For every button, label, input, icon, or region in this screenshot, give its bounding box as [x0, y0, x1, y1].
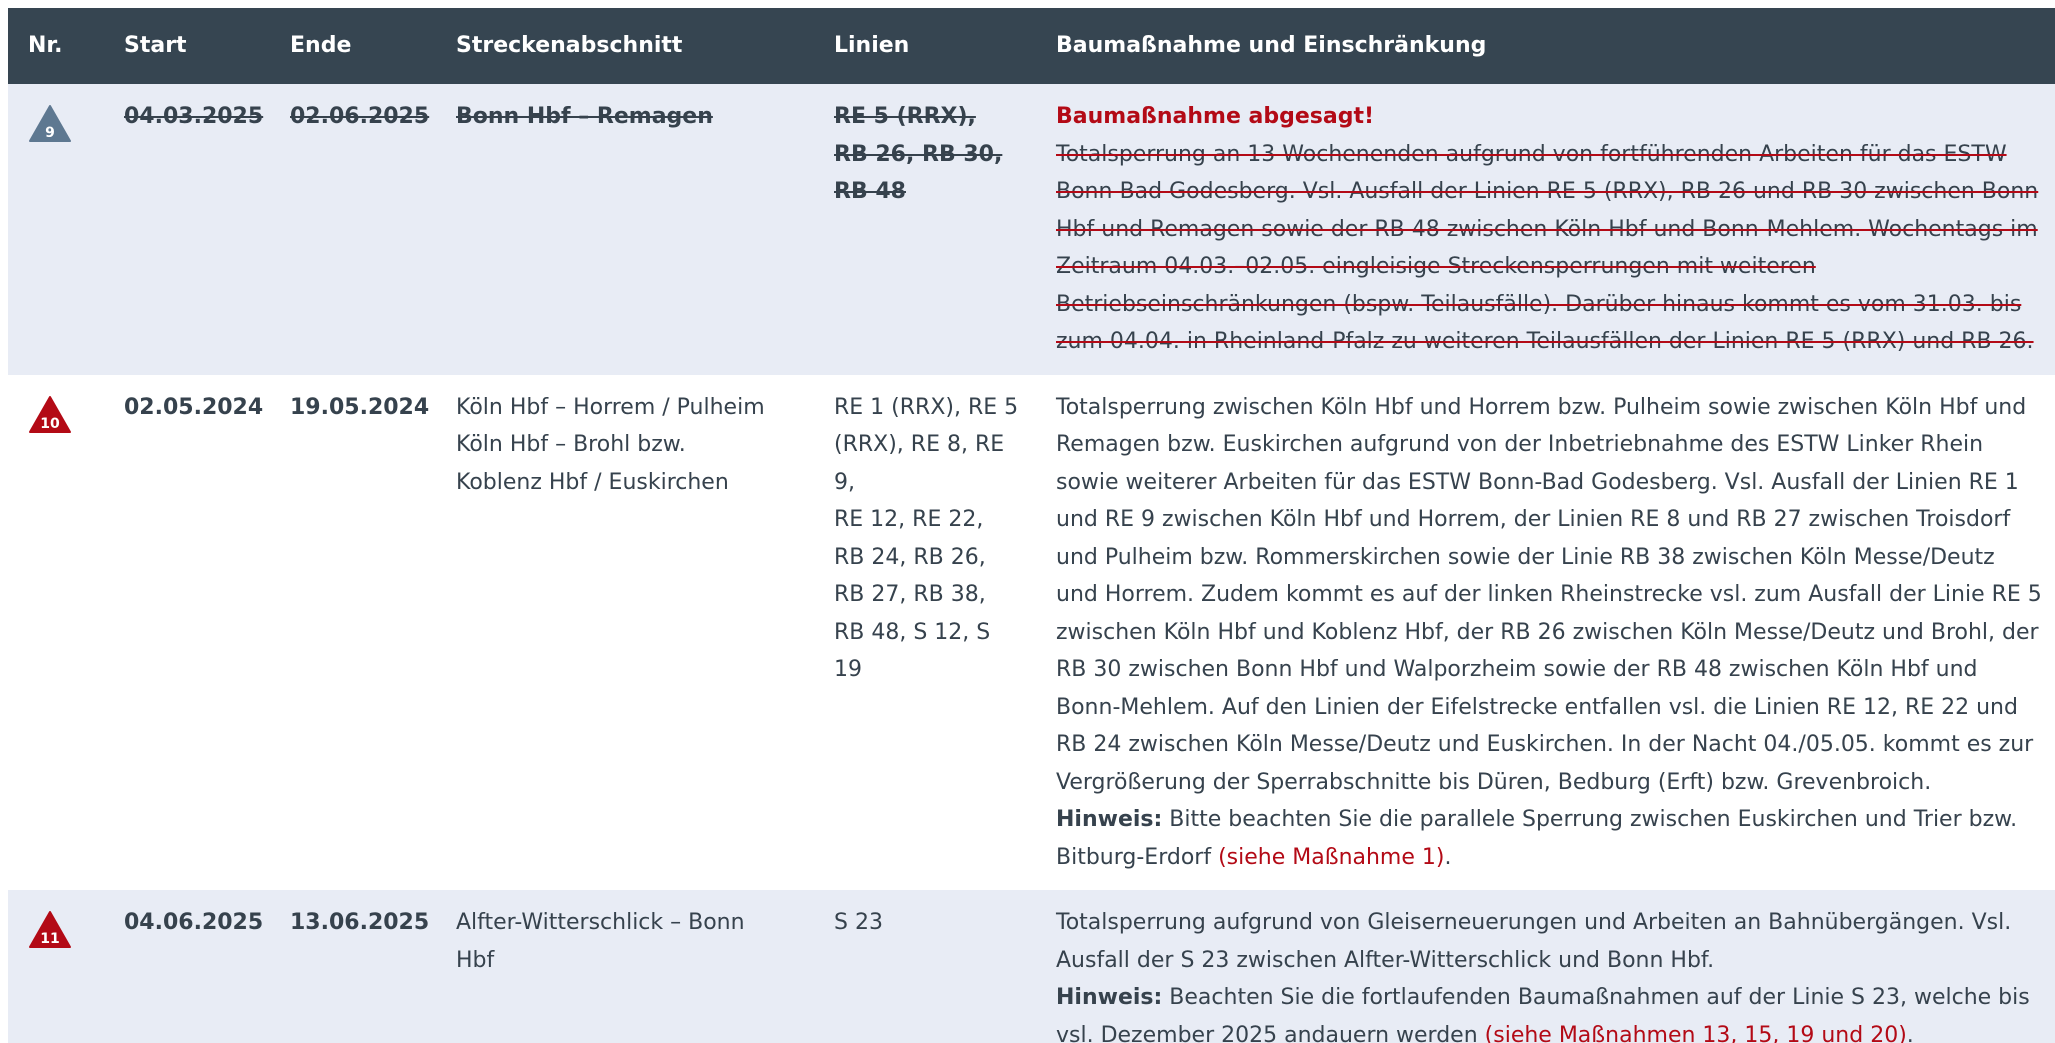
- start-date: 04.06.2025: [124, 910, 264, 935]
- line-entry: RB 48: [834, 179, 906, 204]
- row-number-cell: 9: [8, 84, 104, 375]
- measure-cell: Totalsperrung zwischen Köln Hbf und Horr…: [1041, 375, 2055, 891]
- line-entry: RE 5 (RRX),: [834, 104, 976, 129]
- line-entry: RB 24, RB 26,: [834, 544, 986, 570]
- section-cell: Alfter-Witterschlick – Bonn Hbf: [436, 890, 814, 1043]
- line-entry: (RRX), RE 8, RE 9,: [834, 432, 1005, 495]
- header-nr[interactable]: Nr.: [8, 8, 104, 84]
- header-section[interactable]: Streckenabschnitt: [436, 8, 814, 84]
- line-entry: S 23: [834, 910, 883, 935]
- warning-triangle-red-icon: 10: [29, 395, 71, 433]
- header-start[interactable]: Start: [104, 8, 270, 84]
- route-section: Bonn Hbf – Remagen: [456, 104, 713, 129]
- end-date: 19.05.2024: [290, 394, 430, 420]
- line-entry: RB 26, RB 30,: [834, 141, 1003, 167]
- row-number: 10: [40, 416, 60, 432]
- header-row: Nr. Start Ende Streckenabschnitt Linien …: [8, 8, 2055, 84]
- table-row: 11 04.06.2025 13.06.2025 Alfter-Wittersc…: [8, 890, 2055, 1043]
- construction-measures-table: Nr. Start Ende Streckenabschnitt Linien …: [8, 8, 2055, 1043]
- end-date: 13.06.2025: [290, 910, 430, 935]
- end-date-cell: 13.06.2025: [270, 890, 436, 1043]
- section-cell: Köln Hbf – Horrem / Pulheim Köln Hbf – B…: [436, 375, 814, 891]
- start-date-cell: 04.03.2025: [104, 84, 270, 375]
- hint-label: Hinweis:: [1056, 985, 1163, 1010]
- warning-triangle-grey-icon: 9: [29, 105, 71, 142]
- start-date-cell: 02.05.2024: [104, 375, 270, 891]
- row-number: 9: [45, 125, 55, 141]
- hint-label: Hinweis:: [1056, 807, 1163, 832]
- lines-cell: RE 5 (RRX), RB 26, RB 30, RB 48: [814, 84, 1041, 375]
- cancelled-notice: Baumaßnahme abgesagt!: [1056, 104, 1375, 129]
- lines-cell: S 23: [814, 890, 1041, 1043]
- line-entry: RB 27, RB 38,: [834, 582, 986, 607]
- section-cell: Bonn Hbf – Remagen: [436, 84, 814, 375]
- header-end[interactable]: Ende: [270, 8, 436, 84]
- row-number: 11: [40, 931, 59, 947]
- route-section: Alfter-Witterschlick – Bonn Hbf: [456, 910, 745, 973]
- table-header: Nr. Start Ende Streckenabschnitt Linien …: [8, 8, 2055, 84]
- warning-triangle-red-icon: 11: [29, 911, 71, 948]
- measure-description: Totalsperrung aufgrund von Gleiserneueru…: [1056, 910, 2012, 973]
- row-number-cell: 11: [8, 890, 104, 1043]
- measure-reference-link[interactable]: (siehe Maßnahmen 13, 15, 19 und 20): [1485, 1023, 1907, 1043]
- row-number-cell: 10: [8, 375, 104, 891]
- hint-end: .: [1906, 1022, 1914, 1043]
- line-entry: RB 48, S 12, S 19: [834, 619, 991, 683]
- hint-text: Bitte beachten Sie die parallele Sperrun…: [1056, 807, 2018, 870]
- header-measure[interactable]: Baumaßnahme und Einschränkung: [1041, 8, 2055, 84]
- start-date: 02.05.2024: [124, 394, 264, 420]
- measure-description: Totalsperrung an 13 Wochenenden aufgrund…: [1056, 141, 2039, 355]
- measure-cell: Totalsperrung aufgrund von Gleiserneueru…: [1041, 890, 2055, 1043]
- route-section: Köln Hbf – Brohl bzw. Koblenz Hbf / Eusk…: [456, 432, 729, 495]
- measure-reference-link[interactable]: (siehe Maßnahme 1): [1218, 845, 1444, 870]
- end-date: 02.06.2025: [290, 104, 430, 129]
- measure-cell: Baumaßnahme abgesagt! Totalsperrung an 1…: [1041, 84, 2055, 375]
- line-entry: RE 12, RE 22,: [834, 507, 984, 532]
- end-date-cell: 19.05.2024: [270, 375, 436, 891]
- route-section: Köln Hbf – Horrem / Pulheim: [456, 394, 765, 420]
- start-date: 04.03.2025: [124, 104, 264, 129]
- table-row: 9 04.03.2025 02.06.2025 Bonn Hbf – Remag…: [8, 84, 2055, 375]
- start-date-cell: 04.06.2025: [104, 890, 270, 1043]
- hint-end: .: [1444, 844, 1452, 870]
- line-entry: RE 1 (RRX), RE 5: [834, 394, 1019, 420]
- end-date-cell: 02.06.2025: [270, 84, 436, 375]
- table-row: 10 02.05.2024 19.05.2024 Köln Hbf – Horr…: [8, 374, 2055, 891]
- header-lines[interactable]: Linien: [814, 8, 1041, 84]
- lines-cell: RE 1 (RRX), RE 5 (RRX), RE 8, RE 9, RE 1…: [814, 375, 1041, 891]
- construction-table-container: Nr. Start Ende Streckenabschnitt Linien …: [8, 8, 2055, 1043]
- measure-description: Totalsperrung zwischen Köln Hbf und Horr…: [1056, 394, 2042, 795]
